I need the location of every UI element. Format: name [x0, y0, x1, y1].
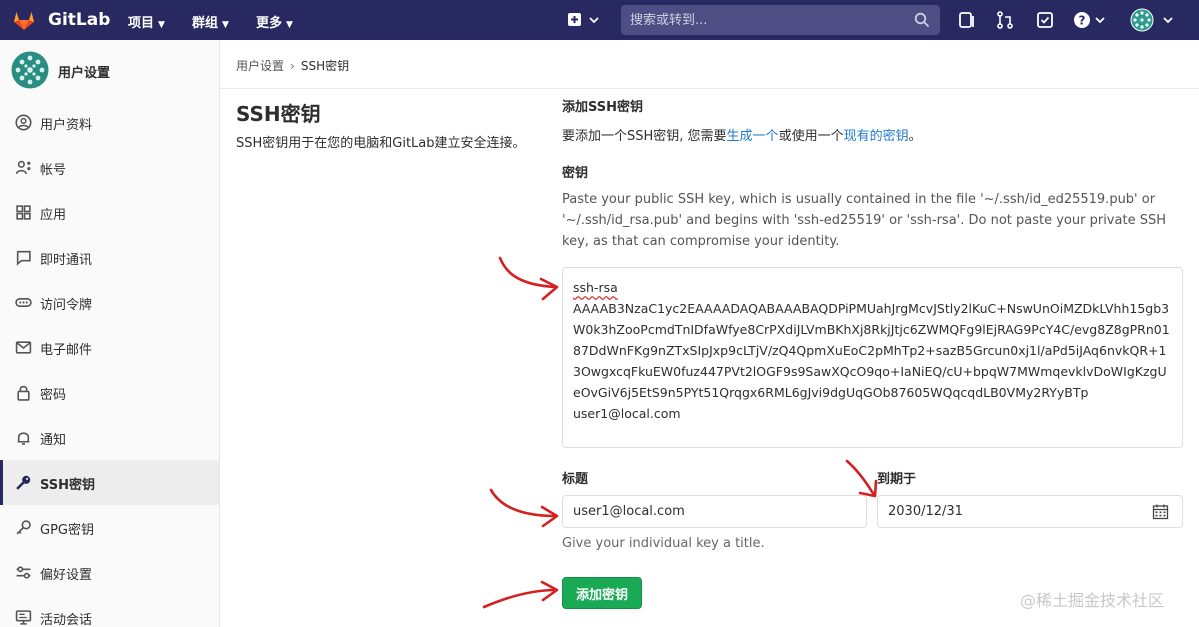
annotation-arrow	[539, 277, 559, 301]
sidebar-item-label: SSH密钥	[40, 478, 96, 493]
add-key-button[interactable]: 添加密钥	[562, 577, 642, 609]
account-icon	[15, 160, 31, 175]
preferences-icon	[16, 566, 31, 579]
search-icon[interactable]	[914, 12, 930, 28]
key-help-text: Paste your public SSH key, which is usua…	[562, 192, 1166, 249]
chevron-down-icon: ▼	[158, 20, 165, 30]
sidebar-item-emails[interactable]: 电子邮件	[0, 325, 219, 370]
gitlab-logo-icon[interactable]	[12, 8, 36, 32]
sidebar-item-account[interactable]: 帐号	[0, 145, 219, 190]
key-body-text: AAAAB3NzaC1yc2EAAAADAQABAAABAQDPiPMUahJr…	[573, 301, 1170, 400]
issues-icon[interactable]	[957, 10, 977, 30]
annotation-arrow	[489, 488, 558, 518]
chevron-down-icon: ▼	[286, 20, 293, 30]
help-icon[interactable]: ?	[1072, 10, 1108, 30]
sidebar-item-label: 活动会话	[40, 613, 93, 627]
profile-icon	[15, 114, 32, 131]
sidebar-item-label: 密码	[40, 388, 67, 403]
generate-key-link[interactable]: 生成一个	[727, 129, 779, 144]
sidebar-item-label: 应用	[40, 208, 67, 223]
annotation-arrow	[540, 505, 559, 528]
title-hint: Give your individual key a title.	[562, 536, 765, 551]
svg-text:?: ?	[1079, 14, 1086, 28]
sidebar-item-applications[interactable]: 应用	[0, 190, 219, 235]
merge-requests-icon[interactable]	[995, 10, 1015, 30]
calendar-icon[interactable]	[1152, 503, 1169, 520]
sidebar-header[interactable]: 用户设置	[0, 40, 219, 100]
sidebar-item-label: 访问令牌	[40, 298, 93, 313]
user-avatar-menu[interactable]	[1130, 8, 1178, 32]
expires-date-input[interactable]	[877, 495, 1183, 528]
settings-sidebar: 用户设置 用户资料 帐号 应用 即时通讯 访问令牌 电子邮件 密码 通知 SSH…	[0, 40, 220, 627]
sidebar-item-label: 帐号	[40, 163, 67, 178]
key-label: 密钥	[562, 166, 589, 181]
avatar	[11, 51, 49, 89]
divider	[220, 88, 1199, 89]
chat-icon	[16, 250, 31, 266]
chevron-down-icon: ▼	[222, 20, 229, 30]
applications-icon	[16, 205, 31, 220]
sidebar-item-access-tokens[interactable]: 访问令牌	[0, 280, 219, 325]
sidebar-item-preferences[interactable]: 偏好设置	[0, 550, 219, 595]
sidebar-item-label: 通知	[40, 433, 67, 448]
annotation-arrow	[482, 588, 558, 609]
key-icon	[16, 520, 31, 535]
watermark: @稀土掘金技术社区	[1020, 591, 1165, 610]
annotation-arrow	[845, 459, 876, 497]
add-key-intro: 要添加一个SSH密钥, 您需要生成一个或使用一个现有的密钥。	[562, 129, 922, 144]
monitor-icon	[15, 610, 32, 625]
new-item-dropdown-icon[interactable]	[566, 10, 602, 30]
bell-icon	[17, 432, 30, 445]
expires-label: 到期于	[877, 472, 917, 487]
breadcrumb: 用户设置 › SSH密钥	[236, 57, 349, 74]
key-type-text: ssh-rsa	[573, 280, 618, 295]
sidebar-item-profile[interactable]: 用户资料	[0, 100, 219, 145]
sidebar-item-active-sessions[interactable]: 活动会话	[0, 595, 219, 627]
sidebar-item-label: 用户资料	[40, 118, 93, 133]
sidebar-item-notifications[interactable]: 通知	[0, 415, 219, 460]
add-key-heading: 添加SSH密钥	[562, 100, 644, 115]
top-navbar: GitLab 项目▼ 群组▼ 更多▼ ?	[0, 0, 1199, 40]
breadcrumb-current[interactable]: SSH密钥	[301, 59, 349, 73]
key-comment-text: user1@local.com	[573, 406, 681, 421]
breadcrumb-parent[interactable]: 用户设置	[236, 59, 284, 73]
sidebar-item-label: GPG密钥	[40, 523, 94, 538]
sidebar-item-label: 即时通讯	[40, 253, 93, 268]
key-textarea[interactable]: ssh-rsa AAAAB3NzaC1yc2EAAAADAQABAAABAQDP…	[562, 267, 1183, 448]
title-label: 标题	[562, 472, 589, 487]
sidebar-item-label: 电子邮件	[40, 343, 93, 358]
menu-groups[interactable]: 群组 ▼	[192, 12, 229, 31]
menu-projects[interactable]: 项目 ▼	[128, 12, 165, 31]
page-description: SSH密钥用于在您的电脑和GitLab建立安全连接。	[236, 136, 526, 151]
email-icon	[15, 341, 32, 354]
existing-key-link[interactable]: 现有的密钥	[844, 129, 909, 144]
lock-icon	[17, 385, 30, 401]
search-input[interactable]	[621, 5, 906, 35]
key-icon	[16, 475, 31, 490]
search-box[interactable]	[621, 5, 940, 35]
sidebar-item-label: 偏好设置	[40, 568, 93, 583]
sidebar-item-chat[interactable]: 即时通讯	[0, 235, 219, 280]
brand-name[interactable]: GitLab	[48, 10, 110, 30]
sidebar-title: 用户设置	[58, 66, 111, 81]
annotation-arrow	[498, 256, 558, 289]
page-title: SSH密钥	[236, 102, 321, 126]
menu-more[interactable]: 更多 ▼	[256, 12, 293, 31]
todos-icon[interactable]	[1035, 10, 1055, 30]
sidebar-item-ssh-keys[interactable]: SSH密钥	[0, 460, 219, 505]
sidebar-item-password[interactable]: 密码	[0, 370, 219, 415]
annotation-arrow	[858, 479, 878, 498]
title-input[interactable]	[562, 495, 867, 528]
token-icon	[15, 297, 32, 308]
sidebar-item-gpg-keys[interactable]: GPG密钥	[0, 505, 219, 550]
breadcrumb-separator: ›	[290, 59, 295, 73]
annotation-arrow	[540, 580, 559, 602]
